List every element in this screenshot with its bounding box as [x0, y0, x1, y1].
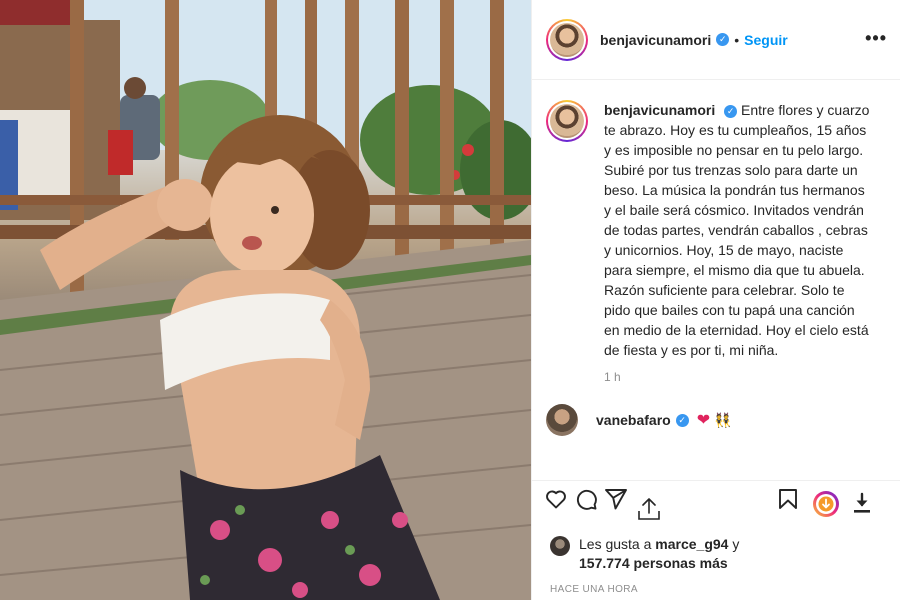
verified-badge-icon: ✓ — [716, 33, 730, 46]
upload-icon[interactable] — [636, 495, 662, 523]
bookmark-icon[interactable] — [776, 487, 800, 511]
liker-avatar[interactable] — [550, 536, 570, 556]
caption-body: benjavicunamori ✓ Entre flores y cuarzo … — [604, 100, 872, 360]
heart-emoji: ❤ — [696, 412, 711, 429]
likes-summary: Les gusta a marce_g94 y 157.774 personas… — [550, 535, 739, 573]
post-timestamp[interactable]: HACE UNA HORA — [550, 584, 638, 595]
caption-username[interactable]: benjavicunamori — [604, 102, 715, 118]
liker-username[interactable]: marce_g94 — [655, 536, 728, 552]
caption-text: Entre flores y cuarzo te abrazo. Hoy es … — [604, 102, 870, 358]
author-avatar[interactable] — [546, 18, 588, 61]
author-avatar-image — [550, 22, 584, 57]
comment-item: vanebafaro ✓ ❤ 👯 — [546, 404, 887, 436]
instagram-story-icon[interactable] — [811, 489, 841, 519]
photo-illustration — [0, 0, 531, 600]
post-action-bar — [532, 480, 900, 528]
likes-prefix: Les gusta a — [579, 536, 652, 552]
paper-plane-icon[interactable] — [604, 487, 628, 511]
header-separator: • — [734, 31, 740, 48]
likes-connector: y — [732, 536, 740, 552]
comment-bubble-icon[interactable] — [574, 487, 598, 511]
caption-time-ago[interactable]: 1 h — [604, 370, 887, 384]
commenter-avatar[interactable] — [546, 404, 578, 436]
caption: benjavicunamori ✓ Entre flores y cuarzo … — [546, 100, 887, 360]
heart-outline-icon[interactable] — [544, 487, 568, 511]
more-options-icon[interactable]: ••• — [865, 28, 887, 49]
caption-author-avatar[interactable] — [546, 100, 588, 142]
likes-count[interactable]: 157.774 personas más — [579, 555, 728, 571]
verified-badge-icon: ✓ — [724, 104, 738, 118]
verified-badge-icon: ✓ — [675, 413, 689, 427]
download-icon[interactable] — [850, 491, 874, 515]
follow-button[interactable]: Seguir — [744, 32, 788, 48]
post-photo[interactable] — [0, 0, 531, 600]
comment-username[interactable]: vanebafaro — [596, 412, 671, 428]
post-header: benjavicunamori ✓ • Seguir ••• — [532, 0, 900, 80]
dancers-emoji: 👯 — [714, 411, 732, 428]
author-username[interactable]: benjavicunamori — [600, 32, 711, 48]
post-side-panel: benjavicunamori ✓ • Seguir ••• benjavicu… — [531, 0, 900, 600]
comments-area[interactable]: benjavicunamori ✓ Entre flores y cuarzo … — [532, 80, 900, 480]
